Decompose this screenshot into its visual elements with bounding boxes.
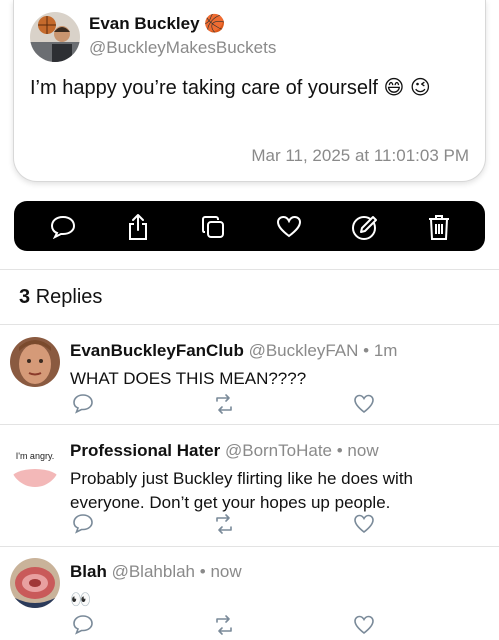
reply-comment-icon[interactable] (72, 614, 94, 636)
author-handle[interactable]: @BuckleyMakesBuckets (89, 38, 276, 58)
reply-author-handle[interactable]: @BornToHate (225, 441, 332, 460)
reply-avatar[interactable] (10, 337, 60, 387)
reply-time: now (347, 441, 379, 460)
reply-avatar[interactable]: I'm angry. (10, 437, 60, 487)
replies-label: Replies (35, 286, 103, 308)
share-icon[interactable] (124, 213, 152, 241)
reply-comment-icon[interactable] (72, 513, 94, 535)
basketball-emoji: 🏀 (204, 14, 226, 33)
edit-icon[interactable] (351, 213, 379, 241)
like-heart-icon[interactable] (353, 393, 375, 415)
reply-author-handle[interactable]: @Blahblah (112, 562, 195, 581)
reply-time: now (210, 562, 242, 581)
reply-text: WHAT DOES THIS MEAN???? (70, 369, 307, 388)
post-action-toolbar (14, 201, 485, 251)
reply-header: Professional Hater @BornToHate • now (70, 441, 379, 461)
author-name[interactable]: Evan Buckley 🏀 (89, 14, 225, 34)
reply-text: 👀 (70, 590, 92, 609)
reply-author-name[interactable]: Professional Hater (70, 441, 220, 460)
separator-dot: • (199, 562, 206, 581)
reply-item[interactable]: EvanBuckleyFanClub @BuckleyFAN • 1m WHAT… (0, 337, 499, 423)
reply-author-name[interactable]: EvanBuckleyFanClub (70, 341, 244, 360)
reply-comment-icon[interactable] (72, 393, 94, 415)
avatar-caption: I'm angry. (16, 451, 55, 461)
trash-icon[interactable] (425, 213, 453, 241)
reply-header: EvanBuckleyFanClub @BuckleyFAN • 1m (70, 341, 397, 361)
reply-text: Probably just Buckley flirting like he d… (70, 469, 413, 512)
copy-icon[interactable] (199, 213, 227, 241)
reply-author-name[interactable]: Blah (70, 562, 107, 581)
divider (0, 269, 499, 270)
replies-count: 3 (19, 286, 31, 308)
separator-dot: • (336, 441, 343, 460)
reply-time: 1m (373, 341, 398, 360)
repost-icon[interactable] (213, 513, 235, 535)
divider (0, 324, 499, 325)
post-text: I’m happy you’re taking care of yourself… (30, 77, 431, 99)
replies-header: 3 Replies (19, 286, 102, 309)
reply-item[interactable]: Blah @Blahblah • now 👀 (0, 558, 499, 640)
heart-icon[interactable] (275, 213, 303, 241)
author-name-text: Evan Buckley (89, 14, 200, 33)
like-heart-icon[interactable] (353, 614, 375, 636)
reply-header: Blah @Blahblah • now (70, 562, 242, 582)
reply-author-handle[interactable]: @BuckleyFAN (249, 341, 359, 360)
repost-icon[interactable] (213, 614, 235, 636)
reply-item[interactable]: I'm angry. Professional Hater @BornToHat… (0, 437, 499, 545)
separator-dot: • (363, 341, 370, 360)
author-avatar[interactable] (30, 12, 80, 62)
like-heart-icon[interactable] (353, 513, 375, 535)
post-card: Evan Buckley 🏀 @BuckleyMakesBuckets I’m … (13, 0, 486, 182)
reply-avatar[interactable] (10, 558, 60, 608)
post-timestamp: Mar 11, 2025 at 11:01:03 PM (251, 146, 469, 165)
divider (0, 546, 499, 547)
divider (0, 424, 499, 425)
repost-icon[interactable] (213, 393, 235, 415)
comment-icon[interactable] (49, 213, 77, 241)
